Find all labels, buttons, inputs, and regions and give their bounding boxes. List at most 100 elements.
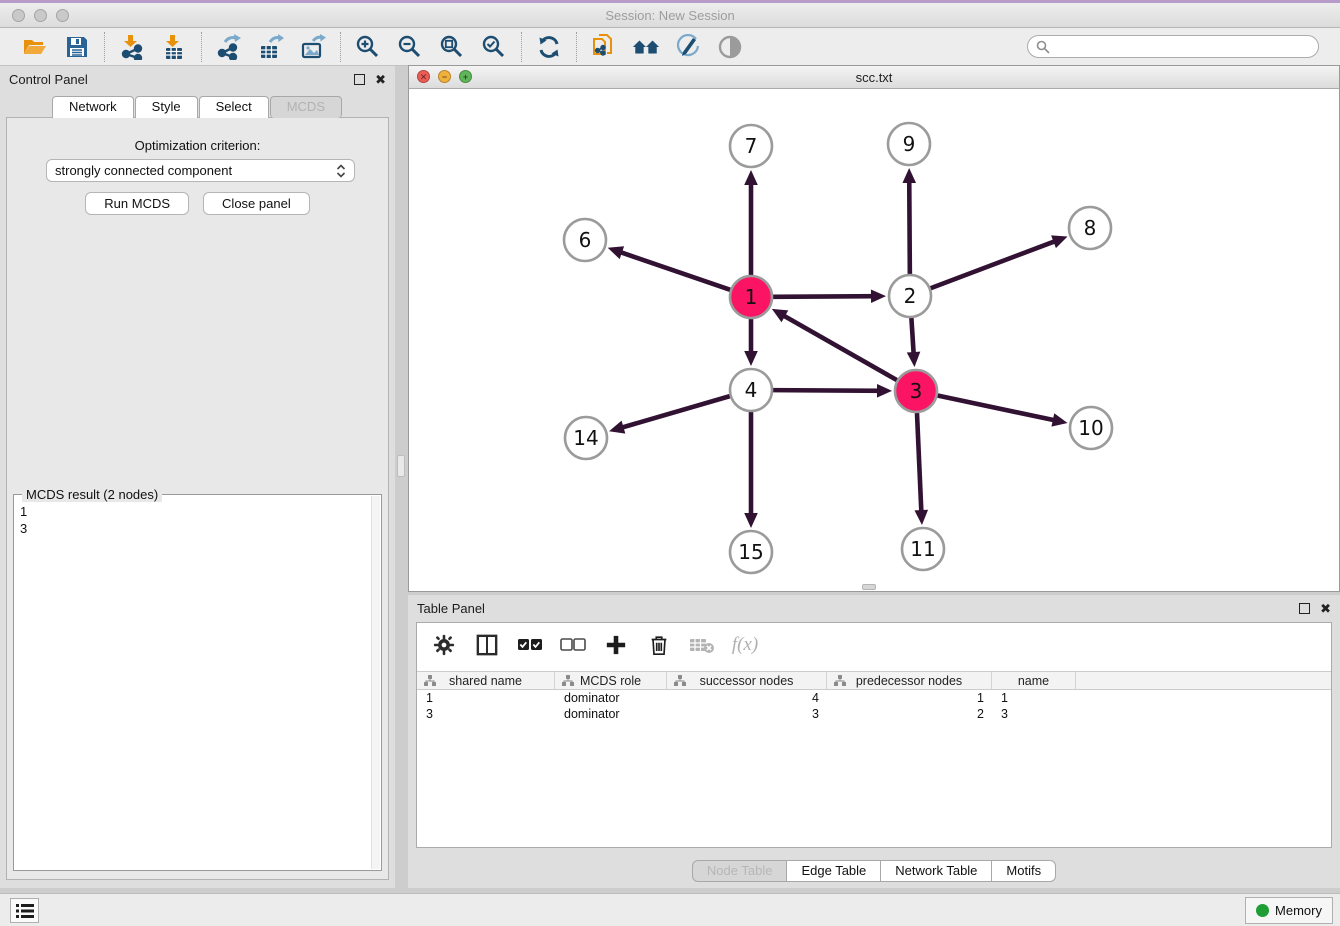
result-scrollbar[interactable] [371,496,380,869]
node-label-2: 2 [904,284,917,308]
criterion-select[interactable]: strongly connected component [46,159,355,182]
delete-table-icon[interactable] [689,632,715,658]
export-image-icon[interactable] [299,33,327,61]
control-panel-title: Control Panel [9,72,88,87]
table-cell: 4 [667,690,827,706]
close-panel-icon[interactable]: ✖ [375,74,386,85]
table-cell: 1 [827,690,992,706]
split-columns-icon[interactable] [474,632,500,658]
delete-column-icon[interactable] [646,632,672,658]
edge-arrowhead [744,513,758,528]
network-window-titlebar[interactable]: ✕ − + scc.txt [409,66,1339,89]
task-history-button[interactable] [10,898,39,923]
table-cell: 3 [667,706,827,722]
column-header-MCDS-role[interactable]: MCDS role [555,672,667,689]
export-network-icon[interactable] [215,33,243,61]
search-input[interactable] [1055,40,1310,54]
column-header-predecessor-nodes[interactable]: predecessor nodes [827,672,992,689]
memory-status-icon [1256,904,1269,917]
table-panel: Table Panel ✖ [408,595,1340,888]
column-header-shared-name[interactable]: shared name [417,672,555,689]
tab-node-table[interactable]: Node Table [692,860,788,882]
network-view-window: ✕ − + scc.txt 7968124314101511 [408,65,1340,592]
show-details-icon[interactable] [716,33,744,61]
node-label-9: 9 [903,132,916,156]
edge-arrowhead [1051,235,1067,248]
network-view-title: scc.txt [409,66,1339,89]
tab-mcds[interactable]: MCDS [270,96,342,118]
edge-arrowhead [914,510,928,525]
network-graph[interactable]: 7968124314101511 [409,89,1339,592]
node-table-content: f(x) shared nameMCDS rolesuccessor nodes… [416,622,1332,848]
add-column-icon[interactable] [603,632,629,658]
window-title: Session: New Session [0,3,1340,28]
table-cell: dominator [555,690,667,706]
node-label-8: 8 [1084,216,1097,240]
edge-arrowhead [902,168,916,183]
edge-arrowhead [877,384,892,398]
zoom-selected-icon[interactable] [480,33,508,61]
table-cell: dominator [555,706,667,722]
close-table-panel-icon[interactable]: ✖ [1320,603,1331,614]
zoom-out-icon[interactable] [396,33,424,61]
table-cell: 3 [992,706,1076,722]
edge-3-10[interactable] [938,396,1059,422]
table-cell: 1 [992,690,1076,706]
node-label-10: 10 [1078,416,1103,440]
column-header-successor-nodes[interactable]: successor nodes [667,672,827,689]
import-table-icon[interactable] [160,33,188,61]
node-label-7: 7 [745,134,758,158]
edge-4-3[interactable] [773,390,883,391]
tab-style[interactable]: Style [135,96,198,118]
select-stepper-icon [336,163,346,179]
zoom-in-icon[interactable] [354,33,382,61]
edge-2-3[interactable] [911,318,914,358]
memory-button[interactable]: Memory [1245,897,1333,924]
mcds-panel-body: Optimization criterion: strongly connect… [6,117,389,880]
edge-3-11[interactable] [917,413,922,516]
search-box[interactable] [1027,35,1319,58]
mcds-result-text[interactable]: 1 3 [14,499,371,870]
table-rows: 1dominator4113dominator323 [417,690,1331,722]
zoom-fit-icon[interactable] [438,33,466,61]
edge-1-6[interactable] [616,251,730,290]
gear-icon[interactable] [431,632,457,658]
tab-select[interactable]: Select [199,96,269,118]
node-label-11: 11 [910,537,935,561]
unselect-all-icon[interactable] [560,632,586,658]
select-all-icon[interactable] [517,632,543,658]
tab-network-table[interactable]: Network Table [881,860,992,882]
float-panel-icon[interactable] [354,74,365,85]
stylize-icon[interactable] [674,33,702,61]
edge-arrowhead [1051,413,1067,426]
tab-network[interactable]: Network [52,96,134,118]
title-bar: Session: New Session [0,3,1340,28]
open-session-icon[interactable] [21,33,49,61]
edge-3-1[interactable] [780,313,897,380]
column-header-name[interactable]: name [992,672,1076,689]
close-panel-button[interactable]: Close panel [203,192,310,215]
network-canvas[interactable]: 7968124314101511 [409,89,1339,591]
horizontal-split-handle[interactable] [862,584,876,590]
table-row[interactable]: 1dominator411 [417,690,1331,706]
tab-motifs[interactable]: Motifs [992,860,1056,882]
edge-1-2[interactable] [773,296,877,297]
export-table-icon[interactable] [257,33,285,61]
float-table-panel-icon[interactable] [1299,603,1310,614]
edge-2-9[interactable] [909,177,910,274]
save-session-icon[interactable] [63,33,91,61]
tab-edge-table[interactable]: Edge Table [787,860,881,882]
run-mcds-button[interactable]: Run MCDS [85,192,189,215]
clone-network-icon[interactable] [590,33,618,61]
function-builder-icon[interactable]: f(x) [732,632,758,658]
edge-4-14[interactable] [618,396,730,429]
table-panel-header: Table Panel ✖ [408,595,1340,621]
table-row[interactable]: 3dominator323 [417,706,1331,722]
home-hierarchy-icon[interactable] [632,33,660,61]
import-network-icon[interactable] [118,33,146,61]
vertical-split-handle[interactable] [397,455,405,477]
node-label-14: 14 [573,426,598,450]
edge-2-8[interactable] [931,240,1060,289]
refresh-layout-icon[interactable] [535,33,563,61]
node-label-6: 6 [579,228,592,252]
